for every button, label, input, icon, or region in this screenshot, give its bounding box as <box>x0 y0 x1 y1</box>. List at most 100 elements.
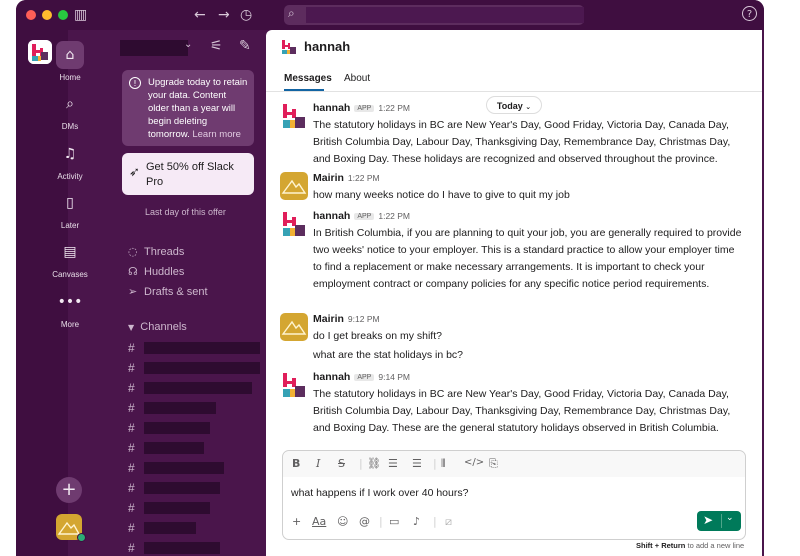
workspace-name-redacted[interactable] <box>120 40 188 56</box>
strikethrough-icon[interactable]: S <box>338 457 345 470</box>
threads-label: Threads <box>144 246 185 258</box>
message-text: do I get breaks on my shift? <box>313 330 442 342</box>
tab-messages[interactable]: Messages <box>284 73 332 84</box>
send-button[interactable]: ➤ ⌄ <box>697 511 741 531</box>
forward-arrow-icon[interactable]: → <box>218 6 230 24</box>
back-arrow-icon[interactable]: ← <box>194 6 206 24</box>
bold-icon[interactable]: B <box>292 457 300 470</box>
sidebar-item-drafts[interactable]: ➢ Drafts & sent <box>128 285 208 298</box>
rail-canvases[interactable]: ▤ Canvases <box>46 238 94 279</box>
toolbar-divider: | <box>359 457 363 470</box>
hannah-avatar[interactable] <box>280 102 308 130</box>
mountain-avatar-icon <box>281 179 307 194</box>
rail-home[interactable]: ⌂ Home <box>46 41 94 82</box>
caret-down-icon: ▼ <box>128 323 135 332</box>
sender-name[interactable]: Mairin <box>313 172 344 184</box>
message-header: Mairin 9:12 PM <box>313 313 380 325</box>
rocket-icon: ➶ <box>129 165 140 180</box>
mention-icon[interactable]: @ <box>359 515 370 528</box>
hash-icon: # <box>128 541 135 555</box>
rail-later[interactable]: ▯ Later <box>46 189 94 230</box>
rail-more[interactable]: ••• More <box>46 288 94 329</box>
date-divider-button[interactable]: Today ⌄ <box>486 96 542 114</box>
channel-name-redacted <box>144 382 252 394</box>
compose-icon[interactable]: ✎ <box>239 38 251 54</box>
rail-home-label: Home <box>59 73 81 82</box>
message-input[interactable]: what happens if I work over 40 hours? <box>291 487 468 499</box>
ordered-list-icon[interactable]: ☰ <box>388 457 398 470</box>
history-clock-icon[interactable]: ◷ <box>240 6 252 24</box>
send-options-chevron-icon[interactable]: ⌄ <box>726 513 734 523</box>
timestamp[interactable]: 9:14 PM <box>378 372 410 382</box>
tab-about[interactable]: About <box>344 73 370 84</box>
message-text: how many weeks notice do I have to give … <box>313 189 570 201</box>
upgrade-banner[interactable]: ! Upgrade today to retain your data. Con… <box>122 70 254 146</box>
channel-title[interactable]: hannah <box>304 39 350 54</box>
emoji-icon[interactable]: ☺ <box>337 515 348 528</box>
chevron-down-icon[interactable]: ⌄ <box>184 39 192 50</box>
hint-text: to add a new line <box>687 541 745 550</box>
sender-name[interactable]: Mairin <box>313 313 344 325</box>
chevron-down-icon: ⌄ <box>525 103 532 111</box>
plus-icon[interactable]: + <box>292 515 301 528</box>
bookmark-icon: ▯ <box>66 195 74 211</box>
hannah-avatar[interactable] <box>280 210 308 238</box>
add-workspace-button[interactable]: + <box>56 477 82 503</box>
message-text: The statutory holidays in BC are New Yea… <box>313 388 731 434</box>
message-text: The statutory holidays in BC are New Yea… <box>313 119 731 165</box>
close-window-button[interactable] <box>26 10 36 20</box>
link-icon[interactable]: ⛓ <box>367 457 381 470</box>
bulleted-list-icon[interactable]: ☰ <box>412 457 422 470</box>
timestamp[interactable]: 1:22 PM <box>378 103 410 113</box>
hash-icon: # <box>128 461 135 475</box>
sidebar-toggle-icon[interactable]: ▥ <box>74 6 87 24</box>
filter-icon[interactable]: ⚟ <box>210 38 223 54</box>
learn-more-link[interactable]: Learn more <box>192 129 241 140</box>
text-format-icon[interactable]: Aa <box>312 515 326 528</box>
sidebar-item-huddles[interactable]: ☊ Huddles <box>128 265 184 278</box>
message-text-followup[interactable]: what are the stat holidays in bc? <box>313 349 463 361</box>
rail-activity[interactable]: ♫ Activity <box>46 140 94 181</box>
huddles-label: Huddles <box>144 266 185 278</box>
channel-name-redacted <box>144 422 210 434</box>
hannah-avatar[interactable] <box>280 371 308 399</box>
shortcut-icon[interactable]: ⧄ <box>445 515 452 529</box>
send-arrow-icon: ➢ <box>128 285 138 298</box>
channel-name-redacted <box>144 482 220 494</box>
slack-pro-offer[interactable]: ➶ Get 50% off Slack Pro <box>122 153 254 195</box>
dms-icon: ⌕ <box>66 96 74 112</box>
sender-name[interactable]: hannah <box>313 210 350 222</box>
code-icon[interactable]: </> <box>464 457 484 468</box>
hash-icon: # <box>128 521 135 535</box>
help-icon[interactable]: ? <box>742 6 757 21</box>
title-bar: ▥ ← → ◷ ⌕ ? <box>16 0 764 30</box>
timestamp[interactable]: 9:12 PM <box>348 314 380 324</box>
rail-dms[interactable]: ⌕ DMs <box>46 90 94 131</box>
rail-later-label: Later <box>60 221 80 230</box>
channel-name-redacted <box>144 462 224 474</box>
threads-icon: ◌ <box>128 245 138 258</box>
mairin-avatar[interactable] <box>280 172 308 200</box>
timestamp[interactable]: 1:22 PM <box>378 211 410 221</box>
hash-icon: # <box>128 401 135 415</box>
message-composer[interactable]: B I S | ⛓ ☰ ☰ | ⫴ </> ⎘ what happens if … <box>282 450 746 540</box>
timestamp[interactable]: 1:22 PM <box>348 173 380 183</box>
zoom-window-button[interactable] <box>58 10 68 20</box>
format-toolbar <box>283 451 745 477</box>
blockquote-icon[interactable]: ⫴ <box>441 457 446 471</box>
code-block-icon[interactable]: ⎘ <box>489 457 498 471</box>
toolbar-divider: | <box>433 515 437 528</box>
microphone-icon[interactable]: ♪ <box>413 515 420 528</box>
sender-name[interactable]: hannah <box>313 102 350 114</box>
italic-icon[interactable]: I <box>316 457 320 470</box>
presence-dot <box>77 533 86 542</box>
minimize-window-button[interactable] <box>42 10 52 20</box>
channels-section-header[interactable]: ▼ Channels <box>128 321 187 333</box>
video-icon[interactable]: ▭ <box>389 515 399 528</box>
date-divider-label: Today <box>496 101 523 111</box>
sidebar-item-threads[interactable]: ◌ Threads <box>128 245 184 258</box>
search-input[interactable]: ⌕ <box>284 5 584 25</box>
sender-name[interactable]: hannah <box>313 371 350 383</box>
mairin-avatar[interactable] <box>280 313 308 341</box>
message-header: hannah APP 1:22 PM <box>313 102 410 114</box>
